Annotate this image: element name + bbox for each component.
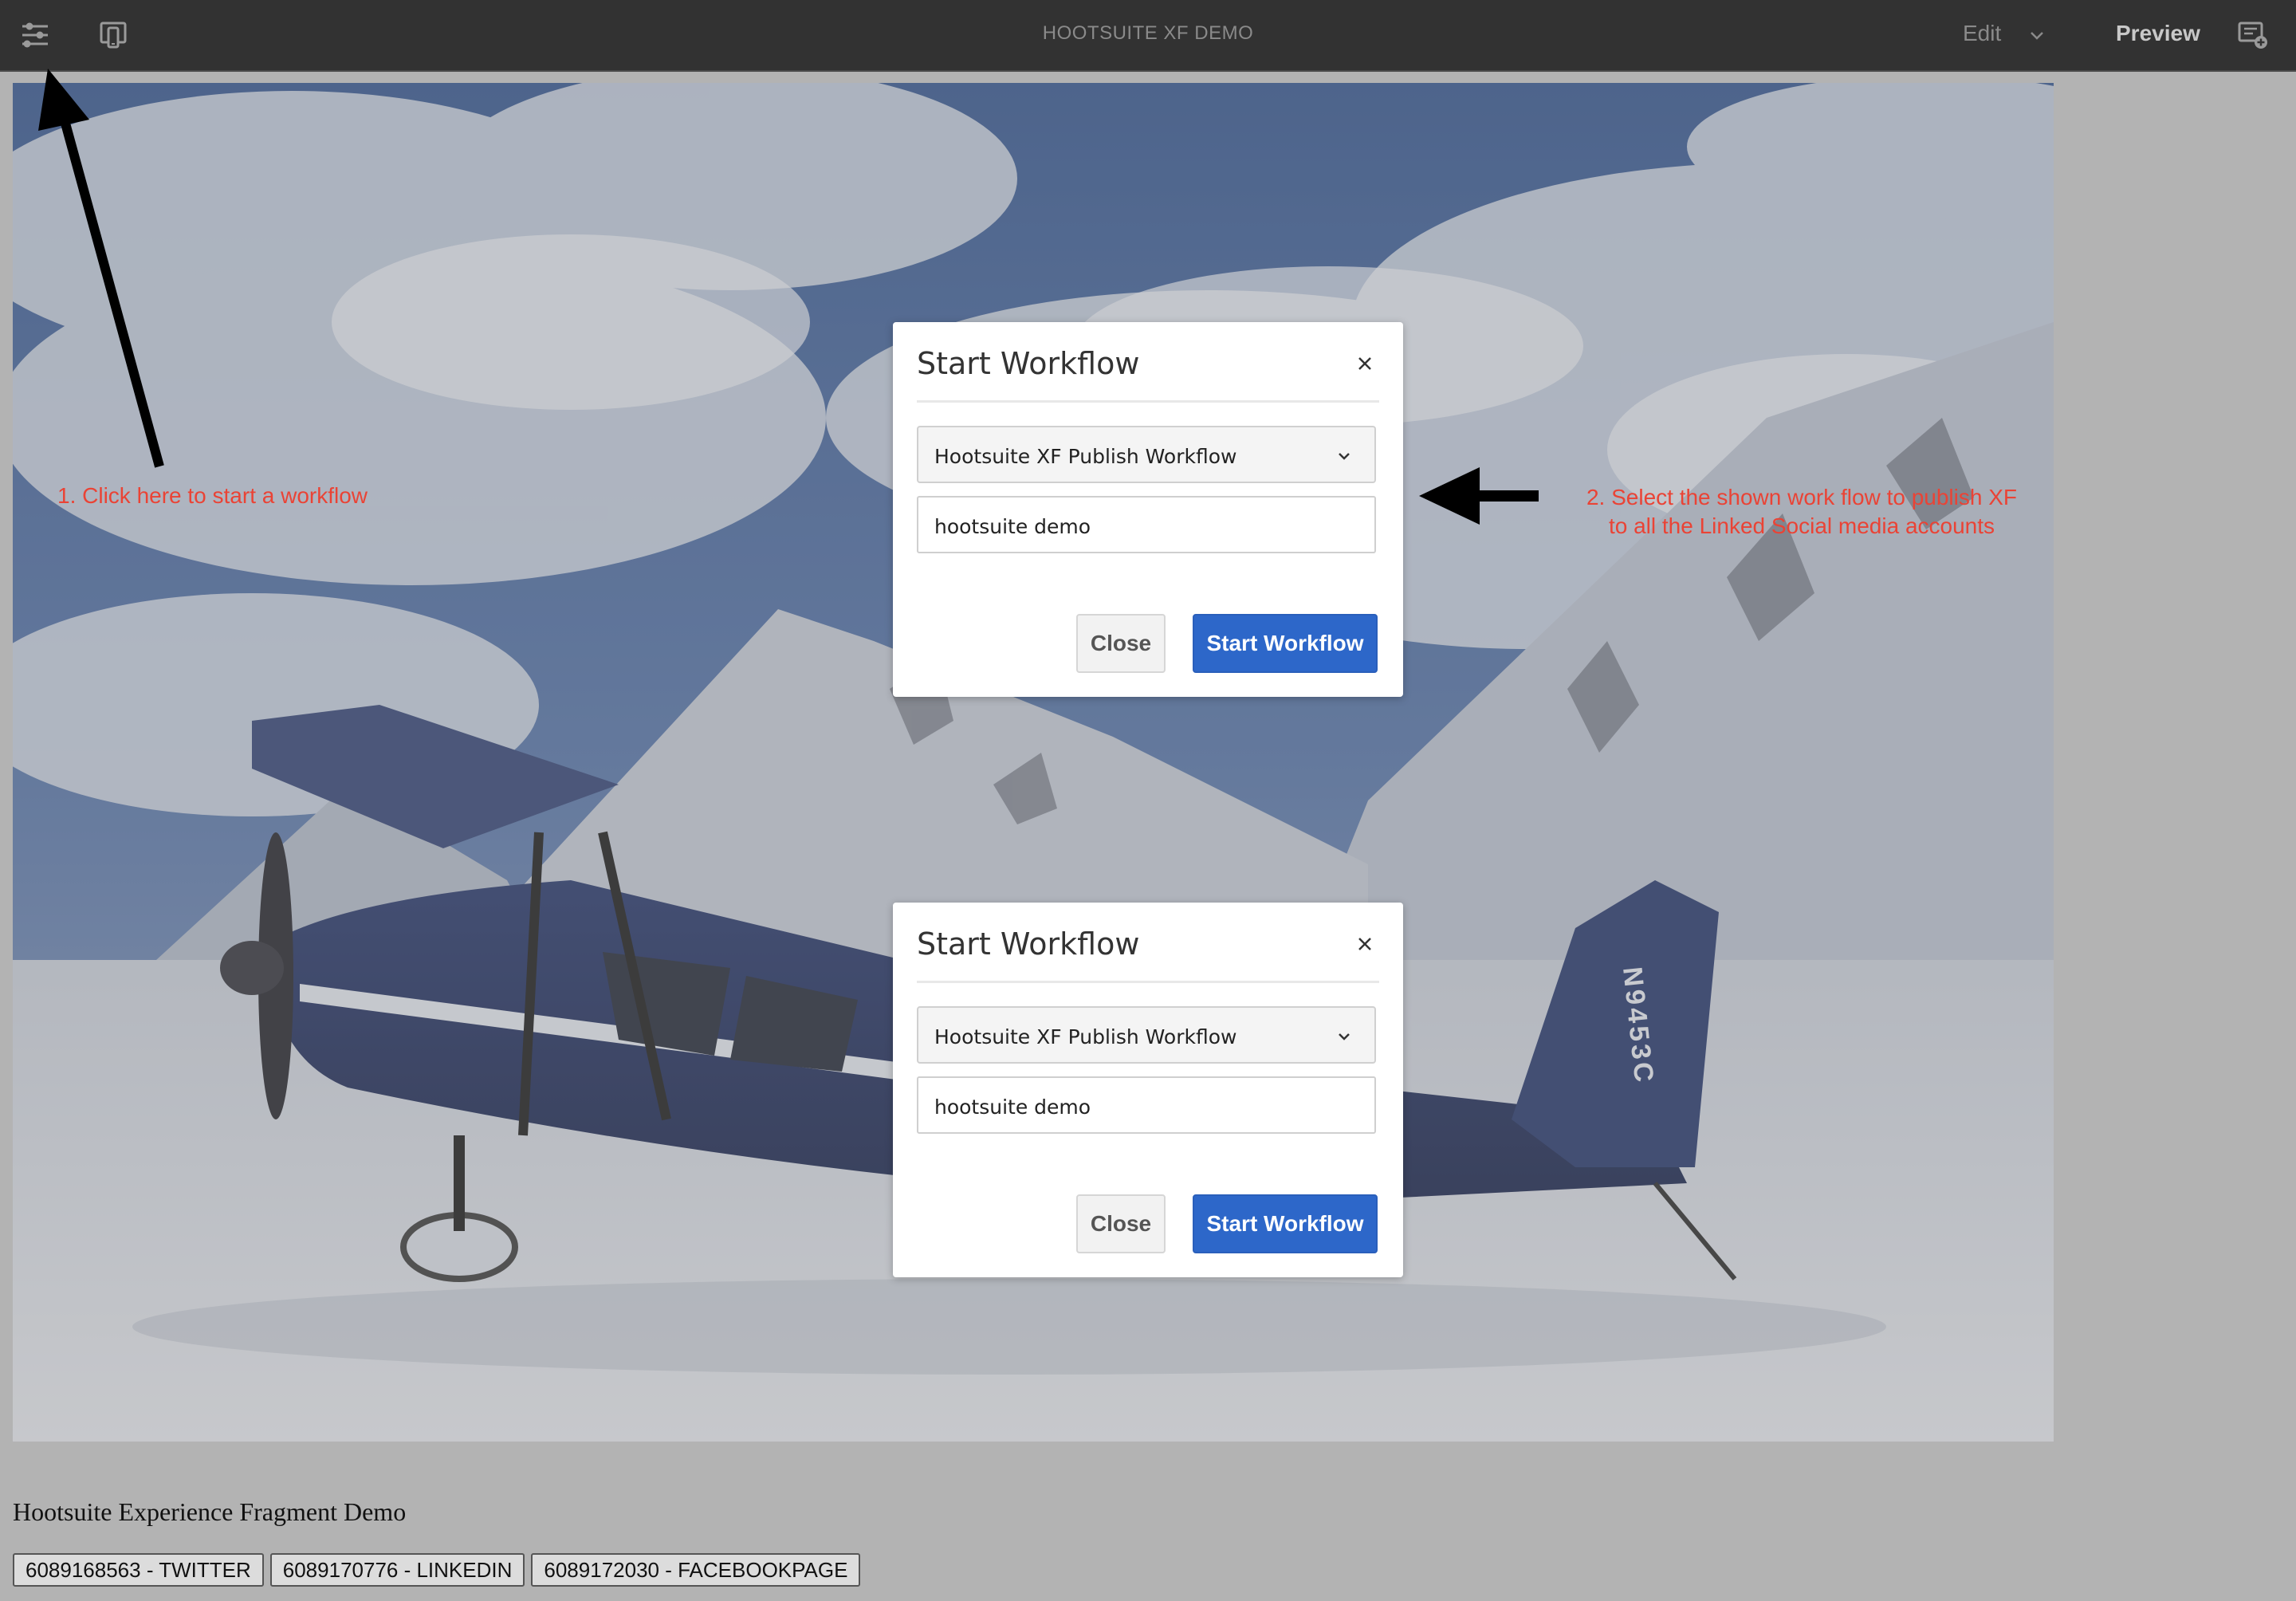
start-workflow-dialog: Start Workflow Hootsuite XF Publish Work… (893, 903, 1403, 1277)
dialog-title: Start Workflow (917, 346, 1140, 381)
close-icon[interactable] (1350, 930, 1379, 958)
chevron-down-icon (1339, 453, 1350, 460)
account-button-facebookpage[interactable]: 6089172030 - FACEBOOKPAGE (531, 1553, 861, 1587)
workflow-model-select[interactable]: Hootsuite XF Publish Workflow (917, 426, 1376, 483)
dialog-divider (917, 981, 1379, 983)
account-button-twitter[interactable]: 6089168563 - TWITTER (13, 1553, 264, 1587)
workflow-title-value: hootsuite demo (934, 1096, 1091, 1119)
fragment-heading: Hootsuite Experience Fragment Demo (13, 1497, 407, 1526)
annotation-step1: 1. Click here to start a workflow (57, 483, 368, 508)
arrow-left-icon (1419, 467, 1480, 525)
workflow-title-value: hootsuite demo (934, 515, 1091, 538)
close-button[interactable]: Close (1076, 1194, 1166, 1253)
close-button[interactable]: Close (1076, 614, 1166, 673)
annotation-step2-line1: 2. Select the shown work flow to publish… (1586, 485, 2018, 509)
close-icon[interactable] (1350, 349, 1379, 378)
chevron-down-icon (1339, 1033, 1350, 1040)
start-workflow-button[interactable]: Start Workflow (1193, 1194, 1378, 1253)
start-workflow-button[interactable]: Start Workflow (1193, 614, 1378, 673)
annotation-arrows (38, 69, 1539, 525)
workflow-title-input[interactable]: hootsuite demo (917, 1076, 1376, 1134)
workflow-title-input[interactable]: hootsuite demo (917, 496, 1376, 553)
workflow-model-value: Hootsuite XF Publish Workflow (934, 445, 1237, 468)
start-workflow-dialog: Start Workflow Hootsuite XF Publish Work… (893, 322, 1403, 697)
annotation-step2-line2: to all the Linked Social media accounts (1608, 513, 1995, 538)
account-button-linkedin[interactable]: 6089170776 - LINKEDIN (269, 1553, 525, 1587)
dialog-title: Start Workflow (917, 926, 1140, 962)
social-accounts-list: 6089168563 - TWITTER 6089170776 - LINKED… (13, 1553, 861, 1587)
workflow-model-select[interactable]: Hootsuite XF Publish Workflow (917, 1006, 1376, 1064)
arrow-up-icon (38, 69, 89, 131)
annotation-step2: 2. Select the shown work flow to publish… (1563, 483, 2041, 541)
workflow-model-value: Hootsuite XF Publish Workflow (934, 1025, 1237, 1048)
dialog-divider (917, 400, 1379, 403)
